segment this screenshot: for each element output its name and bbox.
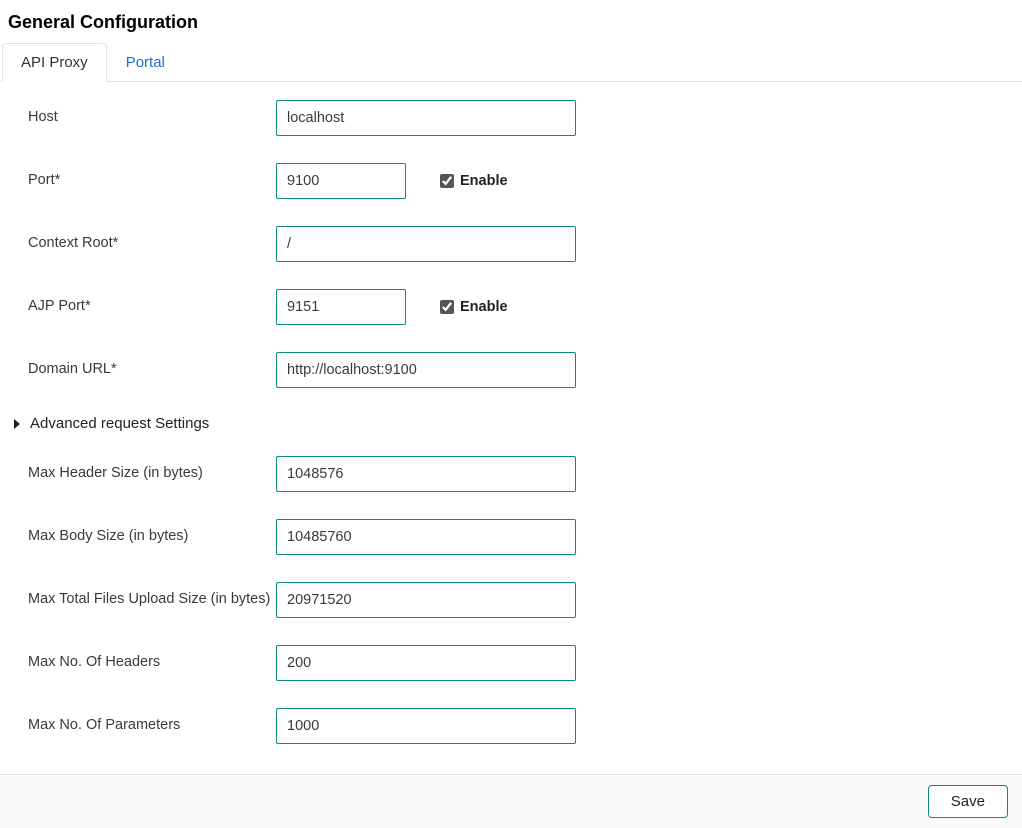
max-parameters-input[interactable] — [276, 708, 576, 744]
footer-bar: Save — [0, 774, 1022, 828]
port-input[interactable] — [276, 163, 406, 199]
chevron-right-icon — [10, 417, 24, 431]
save-button[interactable]: Save — [928, 785, 1008, 818]
form-area: Host Port* Enable Context Root* AJP Port… — [0, 82, 1022, 744]
max-headers-label: Max No. Of Headers — [28, 645, 276, 673]
port-enable-checkbox[interactable] — [440, 174, 454, 188]
context-root-label: Context Root* — [28, 226, 276, 254]
max-header-size-label: Max Header Size (in bytes) — [28, 456, 276, 484]
max-body-size-label: Max Body Size (in bytes) — [28, 519, 276, 547]
domain-url-label: Domain URL* — [28, 352, 276, 380]
max-header-size-input[interactable] — [276, 456, 576, 492]
max-body-size-input[interactable] — [276, 519, 576, 555]
max-parameters-label: Max No. Of Parameters — [28, 708, 276, 736]
host-label: Host — [28, 100, 276, 128]
ajp-port-enable-label: Enable — [460, 299, 508, 315]
host-input[interactable] — [276, 100, 576, 136]
context-root-input[interactable] — [276, 226, 576, 262]
tab-api-proxy[interactable]: API Proxy — [2, 43, 107, 82]
ajp-port-enable-checkbox[interactable] — [440, 300, 454, 314]
max-files-upload-input[interactable] — [276, 582, 576, 618]
max-files-upload-label: Max Total Files Upload Size (in bytes) — [28, 582, 276, 610]
ajp-port-input[interactable] — [276, 289, 406, 325]
page-title: General Configuration — [0, 0, 1022, 43]
tab-bar: API Proxy Portal — [0, 43, 1022, 82]
port-label: Port* — [28, 163, 276, 191]
port-enable-label: Enable — [460, 173, 508, 189]
domain-url-input[interactable] — [276, 352, 576, 388]
max-headers-input[interactable] — [276, 645, 576, 681]
tab-portal[interactable]: Portal — [107, 43, 184, 81]
ajp-port-label: AJP Port* — [28, 289, 276, 317]
advanced-settings-label: Advanced request Settings — [30, 415, 209, 432]
advanced-settings-toggle[interactable]: Advanced request Settings — [10, 415, 1012, 432]
